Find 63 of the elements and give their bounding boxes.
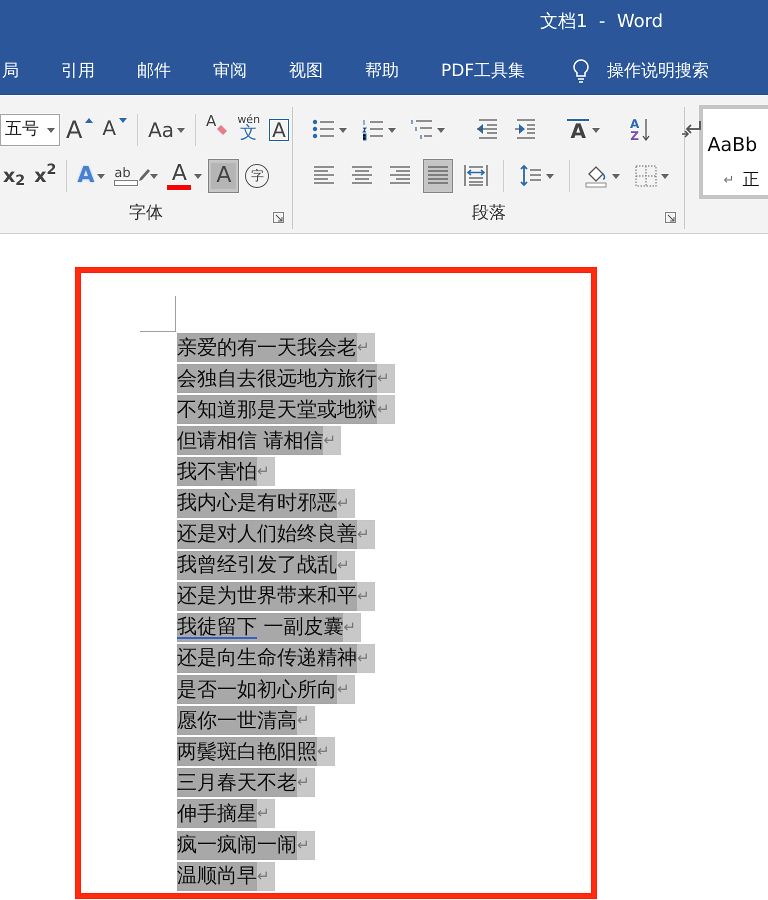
highlight-bar-icon xyxy=(114,180,138,186)
change-case-button[interactable]: Aa xyxy=(145,113,188,147)
ribbon-tab[interactable]: 帮助 xyxy=(363,47,401,95)
paragraph-mark: ↵ xyxy=(257,806,270,822)
window-title: 文档1 - Word xyxy=(539,10,664,34)
lightbulb-icon xyxy=(573,59,590,83)
borders-icon xyxy=(634,164,658,188)
grow-font-button[interactable]: A xyxy=(63,113,96,147)
multilevel-list-icon xyxy=(410,118,434,142)
numbered-list-icon xyxy=(361,118,386,142)
paragraph-mark: ↵ xyxy=(323,433,336,448)
ribbon-tab[interactable]: 审阅 xyxy=(211,47,249,95)
ribbon-tab[interactable]: 引用 xyxy=(59,47,97,95)
clear-formatting-button[interactable]: A xyxy=(203,113,232,147)
ribbon-tab[interactable]: 邮件 xyxy=(135,47,173,95)
text-effect-button[interactable]: A xyxy=(74,159,108,193)
paragraph-mark: ↵ xyxy=(337,682,350,698)
font-color-button[interactable]: A xyxy=(164,159,206,193)
triangle-up-icon xyxy=(85,118,94,124)
paragraph-mark: ↵ xyxy=(257,868,270,884)
style-gallery[interactable]: AaBb ↵ 正 xyxy=(699,105,768,199)
tell-me-search[interactable]: 操作说明搜索 xyxy=(605,47,712,95)
font-size-field[interactable]: 五号 xyxy=(0,114,60,146)
asian-layout-button[interactable]: A xyxy=(564,113,603,147)
down-arrow-icon xyxy=(642,119,650,141)
triangle-down-icon xyxy=(119,118,128,124)
line-spacing-icon xyxy=(519,164,544,188)
paragraph-mark: ↵ xyxy=(377,371,390,386)
paragraph-mark: ↵ xyxy=(357,526,370,542)
paragraph-mark: ↵ xyxy=(343,620,356,635)
phonetic-guide-button[interactable]: wén 文 xyxy=(234,113,264,147)
paragraph-mark: ↵ xyxy=(337,558,350,573)
character-border-button[interactable]: A xyxy=(266,113,292,147)
distribute-icon xyxy=(464,164,488,188)
dialog-launcher-icon xyxy=(273,212,284,223)
group-label: 段落 xyxy=(470,202,507,225)
paragraph-mark: ↵ xyxy=(357,650,370,666)
character-shading-button[interactable]: A xyxy=(208,159,240,193)
script-button[interactable]: x$^{2}$ xyxy=(31,159,60,193)
paragraph-mark: ↵ xyxy=(257,464,270,480)
eraser-icon xyxy=(216,124,228,136)
crop-mark-icon xyxy=(140,296,176,332)
group-label: 字体 xyxy=(128,202,164,225)
ribbon-tab[interactable]: 局 xyxy=(0,47,21,95)
paragraph-mark: ↵ xyxy=(377,402,390,418)
paragraph-mark: ↵ xyxy=(357,340,370,356)
paragraph-mark: ↵ xyxy=(297,838,310,853)
paragraph-mark: ↵ xyxy=(297,775,310,790)
paint-bucket-icon xyxy=(585,164,610,188)
dialog-launcher-icon xyxy=(665,212,676,223)
pen-icon xyxy=(138,169,150,183)
paragraph-mark: ↵ xyxy=(337,496,350,511)
script-button[interactable]: x$_{2}$ xyxy=(0,159,28,193)
shrink-font-button[interactable]: A xyxy=(99,113,130,147)
highlight-button[interactable]: ab xyxy=(111,159,162,193)
paragraph-mark: ↵ xyxy=(357,588,370,604)
sort-button[interactable]: A Z xyxy=(626,113,654,147)
ribbon-tab[interactable]: 视图 xyxy=(287,47,325,95)
justify-button[interactable] xyxy=(423,159,454,193)
ribbon-tab[interactable]: PDF工具集 xyxy=(439,47,528,95)
paragraph-mark: ↵ xyxy=(317,744,330,760)
caret-icon xyxy=(47,128,55,132)
paragraph-mark: ↵ xyxy=(297,713,310,728)
